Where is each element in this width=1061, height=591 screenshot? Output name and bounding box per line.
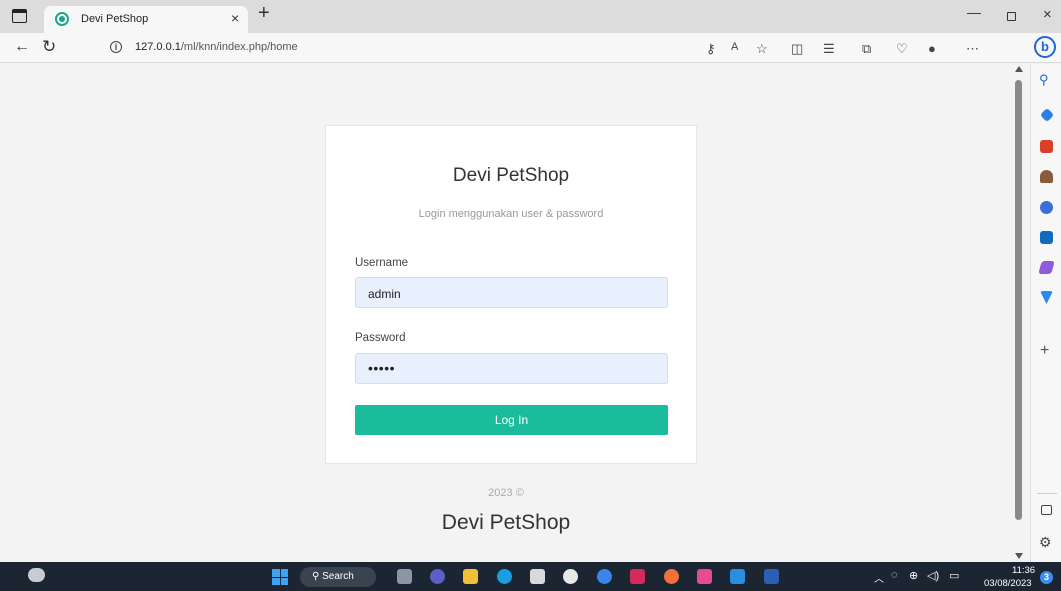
login-card: Devi PetShop Login menggunakan user & pa… xyxy=(325,125,697,464)
sidebar-search-icon[interactable]: ⚲ xyxy=(1039,72,1049,88)
bing-copilot-icon[interactable]: b xyxy=(1034,36,1056,58)
shopping-tag-icon[interactable] xyxy=(1039,107,1055,123)
xampp-icon[interactable] xyxy=(697,569,712,584)
more-options-icon[interactable]: ⋯ xyxy=(966,41,979,57)
sidebar-divider xyxy=(1037,493,1057,494)
tools-briefcase-icon[interactable] xyxy=(1040,140,1053,153)
tab-title: Devi PetShop xyxy=(81,13,149,25)
url-text[interactable]: 127.0.0.1/ml/knn/index.php/home xyxy=(135,41,298,53)
edge-browser-icon[interactable] xyxy=(497,569,512,584)
hide-sidebar-icon[interactable] xyxy=(1041,505,1052,515)
word-icon[interactable] xyxy=(764,569,779,584)
task-view-icon[interactable] xyxy=(397,569,412,584)
tab-actions-icon[interactable] xyxy=(12,9,27,23)
collections-icon[interactable]: ⧉ xyxy=(862,41,871,57)
battery-icon[interactable]: ▭ xyxy=(949,569,959,582)
tab-bar: Devi PetShop × + — × xyxy=(0,0,1061,33)
file-explorer-icon[interactable] xyxy=(463,569,478,584)
vertical-scrollbar[interactable] xyxy=(1012,64,1026,562)
notification-badge[interactable]: 3 xyxy=(1040,571,1053,584)
scroll-thumb[interactable] xyxy=(1015,80,1022,520)
tray-app-icon[interactable]: ◌ xyxy=(891,569,898,581)
taskbar-search-button[interactable]: ⚲ Search xyxy=(300,567,376,587)
username-field[interactable]: admin xyxy=(355,277,668,308)
outlook-icon[interactable] xyxy=(1040,231,1053,244)
site-favicon-icon xyxy=(55,12,69,26)
close-window-button[interactable]: × xyxy=(1043,6,1052,23)
url-host: 127.0.0.1 xyxy=(135,41,181,53)
tray-overflow-icon[interactable]: ︿ xyxy=(874,570,884,585)
sidebar-settings-gear-icon[interactable]: ⚙ xyxy=(1039,534,1052,551)
firefox-icon[interactable] xyxy=(664,569,679,584)
footer-year: 2023 © xyxy=(488,487,524,499)
login-title: Devi PetShop xyxy=(452,165,570,186)
volume-icon[interactable]: ◁) xyxy=(927,569,939,582)
designer-icon[interactable] xyxy=(1038,261,1055,274)
chat-icon[interactable] xyxy=(430,569,445,584)
github-icon[interactable] xyxy=(563,569,578,584)
login-subtitle: Login menggunakan user & password xyxy=(418,208,604,220)
microsoft-365-icon[interactable] xyxy=(1040,201,1053,214)
clock-date[interactable]: 03/08/2023 xyxy=(984,578,1032,589)
password-value: ••••• xyxy=(368,360,396,376)
drop-icon[interactable] xyxy=(1040,291,1053,304)
address-bar: ← ↻ i 127.0.0.1/ml/knn/index.php/home ⚷ … xyxy=(0,33,1061,63)
taskbar: ⚲ Search ︿ ◌ ⊕ ◁) ▭ 11:36 03/08/2023 3 xyxy=(0,562,1061,591)
minimize-button[interactable]: — xyxy=(967,4,981,20)
edge-sidebar: ⚲ + ⚙ xyxy=(1030,64,1061,562)
footer-brand: Devi PetShop xyxy=(441,511,571,534)
password-label: Password xyxy=(355,332,406,344)
reload-button[interactable]: ↻ xyxy=(42,37,56,57)
back-button[interactable]: ← xyxy=(14,38,30,56)
maximize-button[interactable] xyxy=(1007,12,1016,21)
scroll-down-arrow-icon[interactable] xyxy=(1015,553,1023,559)
scroll-up-arrow-icon[interactable] xyxy=(1015,66,1023,72)
windows-start-icon[interactable] xyxy=(272,569,288,585)
password-key-icon[interactable]: ⚷ xyxy=(706,41,716,57)
mcafee-icon[interactable] xyxy=(630,569,645,584)
vscode-icon[interactable] xyxy=(730,569,745,584)
network-globe-icon[interactable]: ⊕ xyxy=(909,569,918,582)
favorite-star-icon[interactable]: ☆ xyxy=(756,41,768,57)
username-label: Username xyxy=(355,257,409,269)
tab-devi-petshop[interactable]: Devi PetShop × xyxy=(44,6,248,33)
username-value: admin xyxy=(368,287,401,301)
url-path: /ml/knn/index.php/home xyxy=(180,41,298,53)
taskbar-search-label: Search xyxy=(322,571,354,582)
site-info-icon[interactable]: i xyxy=(110,41,122,53)
new-tab-button[interactable]: + xyxy=(258,2,270,25)
microsoft-store-icon[interactable] xyxy=(530,569,545,584)
password-field[interactable]: ••••• xyxy=(355,353,668,384)
chrome-icon[interactable] xyxy=(597,569,612,584)
weather-cloud-icon[interactable] xyxy=(28,568,45,582)
favorites-list-icon[interactable]: ☰ xyxy=(823,41,835,57)
browser-essentials-icon[interactable]: ♡ xyxy=(896,41,908,57)
url-field[interactable]: i 127.0.0.1/ml/knn/index.php/home xyxy=(92,36,684,60)
split-screen-icon[interactable]: ◫ xyxy=(791,41,803,57)
add-sidebar-app-icon[interactable]: + xyxy=(1040,342,1049,360)
games-chess-icon[interactable] xyxy=(1040,170,1053,183)
profile-icon[interactable]: ● xyxy=(928,41,936,56)
tab-close-icon[interactable]: × xyxy=(231,10,239,26)
login-button[interactable]: Log In xyxy=(355,405,668,435)
clock-time[interactable]: 11:36 xyxy=(1012,565,1035,576)
page-content: Devi PetShop Login menggunakan user & pa… xyxy=(0,64,1012,562)
read-aloud-icon[interactable]: A xyxy=(731,41,738,53)
